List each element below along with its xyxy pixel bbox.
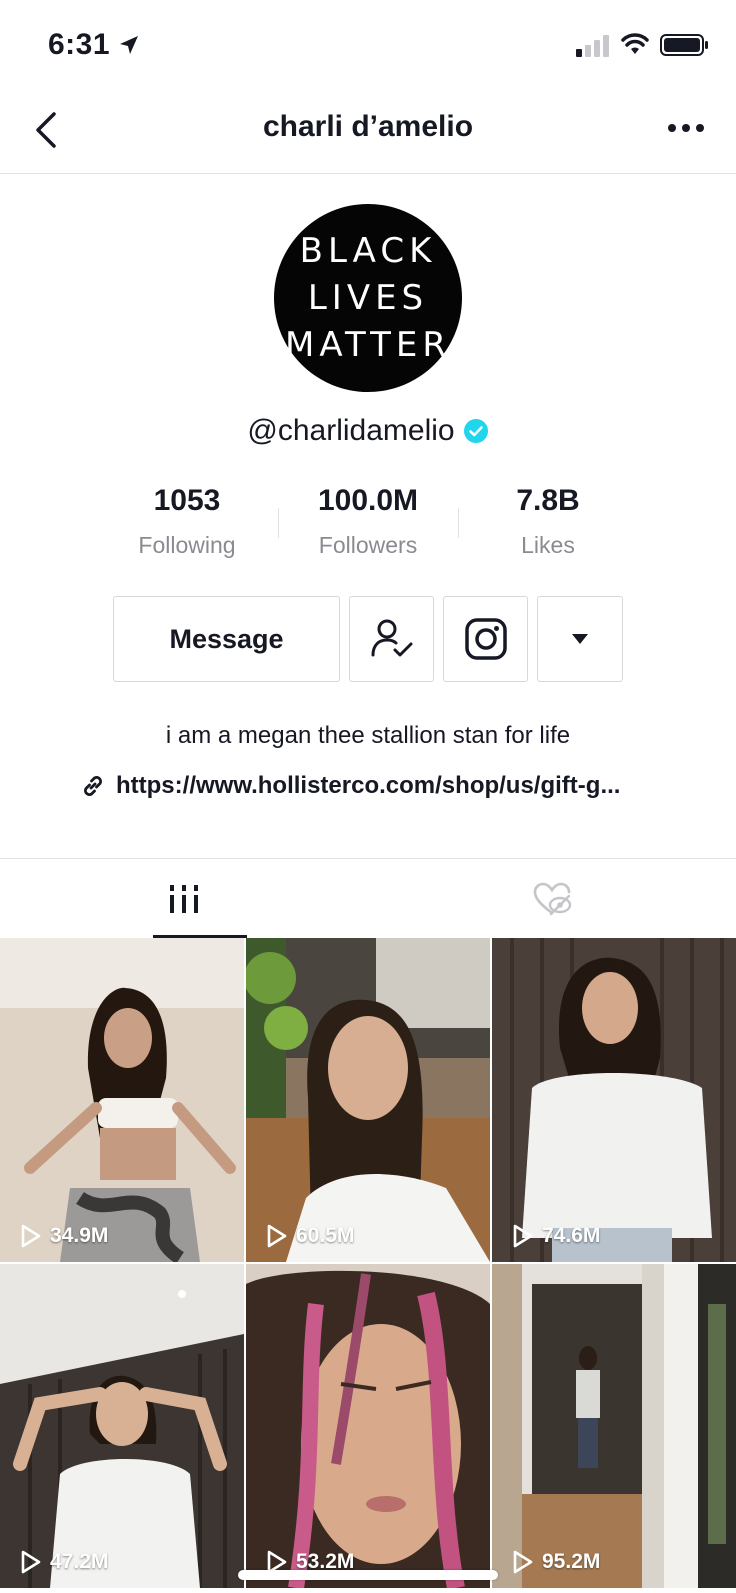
- bio-text: i am a megan thee stallion stan for life: [165, 722, 571, 749]
- profile-actions: Message: [0, 596, 736, 682]
- stat-value: 1053: [153, 484, 221, 517]
- following-check-icon: [371, 619, 412, 657]
- avatar[interactable]: BLACK LIVES MATTER: [274, 204, 462, 392]
- stat-likes[interactable]: 7.8B Likes: [458, 484, 638, 559]
- view-count: 34.9M: [20, 1224, 108, 1248]
- view-count-text: 60.5M: [296, 1224, 355, 1247]
- view-count: 95.2M: [512, 1550, 600, 1574]
- play-icon: [513, 1550, 533, 1574]
- liked-hidden-icon: [533, 882, 572, 916]
- video-tile[interactable]: 47.2M: [0, 1264, 244, 1588]
- status-time: 6:31: [48, 28, 111, 61]
- dropdown-arrow-icon: [572, 634, 588, 644]
- message-button[interactable]: Message: [113, 596, 340, 682]
- avatar-text-line-1: BLACK: [299, 230, 437, 271]
- instagram-icon: [464, 618, 507, 660]
- stat-label: Followers: [318, 532, 418, 558]
- play-icon: [267, 1224, 287, 1248]
- verified-badge-icon: [463, 419, 488, 443]
- username: @charlidamelio: [247, 414, 455, 447]
- avatar-text-line-2: LIVES: [307, 277, 429, 318]
- video-tile[interactable]: 34.9M: [0, 938, 244, 1262]
- nav-bar: charli d’amelio: [0, 90, 736, 174]
- more-options-button[interactable]: [537, 596, 623, 682]
- stat-value: 100.0M: [317, 484, 419, 517]
- play-icon: [513, 1224, 533, 1248]
- home-indicator[interactable]: [238, 1570, 498, 1580]
- bio-link-text[interactable]: https://www.hollisterco.com/shop/us/gift…: [116, 772, 620, 800]
- video-thumbnail: [0, 938, 244, 1262]
- video-tile[interactable]: 60.5M: [246, 938, 490, 1262]
- profile-tabs: [0, 858, 736, 938]
- view-count-text: 95.2M: [542, 1550, 601, 1573]
- tab-liked[interactable]: [368, 859, 736, 939]
- wifi-icon: [621, 33, 649, 54]
- battery-icon: [660, 34, 708, 56]
- video-thumbnail: [0, 1264, 244, 1588]
- stat-followers[interactable]: 100.0M Followers: [278, 484, 458, 559]
- view-count-text: 74.6M: [542, 1224, 601, 1247]
- status-bar: 6:31: [0, 0, 736, 90]
- tab-videos[interactable]: [0, 859, 368, 939]
- view-count: 60.5M: [266, 1224, 354, 1248]
- stat-label: Following: [138, 532, 236, 558]
- avatar-text-line-3: MATTER: [285, 324, 451, 365]
- view-count-text: 34.9M: [50, 1224, 109, 1247]
- play-icon: [21, 1550, 41, 1574]
- username-row: @charlidamelio: [0, 414, 736, 448]
- videos-grid-icon: [170, 885, 198, 913]
- page-title: charli d’amelio: [262, 110, 474, 143]
- video-tile[interactable]: 53.2M: [246, 1264, 490, 1588]
- following-button[interactable]: [349, 596, 434, 682]
- view-count-text: 47.2M: [50, 1550, 109, 1573]
- stat-value: 7.8B: [516, 484, 580, 517]
- link-icon: [84, 776, 102, 796]
- instagram-button[interactable]: [443, 596, 528, 682]
- video-thumbnail: [492, 1264, 736, 1588]
- video-tile[interactable]: 74.6M: [492, 938, 736, 1262]
- stat-following[interactable]: 1053 Following: [97, 484, 277, 559]
- video-thumbnail: [246, 938, 490, 1262]
- location-arrow-icon: [120, 36, 138, 54]
- cellular-signal-icon: [576, 35, 609, 57]
- view-count: 74.6M: [512, 1224, 600, 1248]
- play-icon: [21, 1224, 41, 1248]
- video-thumbnail: [492, 938, 736, 1262]
- more-dots-icon[interactable]: [666, 118, 706, 138]
- bio-link[interactable]: https://www.hollisterco.com/shop/us/gift…: [80, 772, 680, 800]
- video-thumbnail: [246, 1264, 490, 1588]
- stat-label: Likes: [521, 532, 575, 558]
- view-count: 47.2M: [20, 1550, 108, 1574]
- video-tile[interactable]: 95.2M: [492, 1264, 736, 1588]
- profile-stats: 1053 Following 100.0M Followers 7.8B Lik…: [0, 484, 736, 564]
